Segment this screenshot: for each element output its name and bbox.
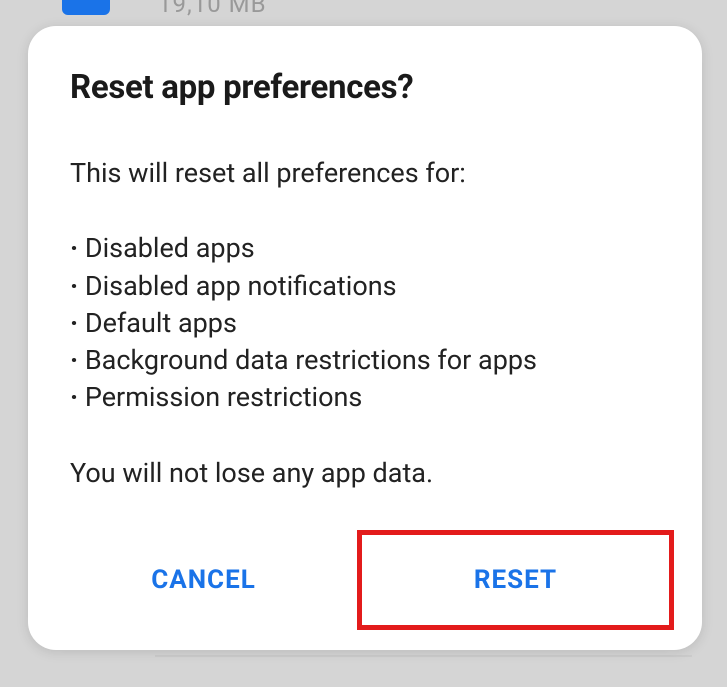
dialog-footer-text: You will not lose any app data.: [70, 455, 660, 492]
dialog-title: Reset app preferences?: [70, 68, 660, 107]
list-item: Disabled app notifications: [70, 268, 660, 305]
list-item: Disabled apps: [70, 230, 660, 267]
dialog-button-row: CANCEL RESET: [50, 522, 680, 650]
dialog-body: This will reset all preferences for: Dis…: [70, 155, 660, 492]
background-size-text: 19,10 MB: [158, 0, 267, 18]
cancel-button[interactable]: CANCEL: [50, 535, 357, 625]
dialog-intro-text: This will reset all preferences for:: [70, 155, 660, 192]
background-divider: [155, 655, 692, 657]
dialog-bullet-list: Disabled apps Disabled app notifications…: [70, 230, 660, 416]
list-item: Default apps: [70, 305, 660, 342]
reset-button[interactable]: RESET: [357, 530, 674, 630]
list-item: Background data restrictions for apps: [70, 342, 660, 379]
reset-preferences-dialog: Reset app preferences? This will reset a…: [28, 26, 702, 650]
background-app-icon: [62, 0, 110, 15]
list-item: Permission restrictions: [70, 379, 660, 416]
